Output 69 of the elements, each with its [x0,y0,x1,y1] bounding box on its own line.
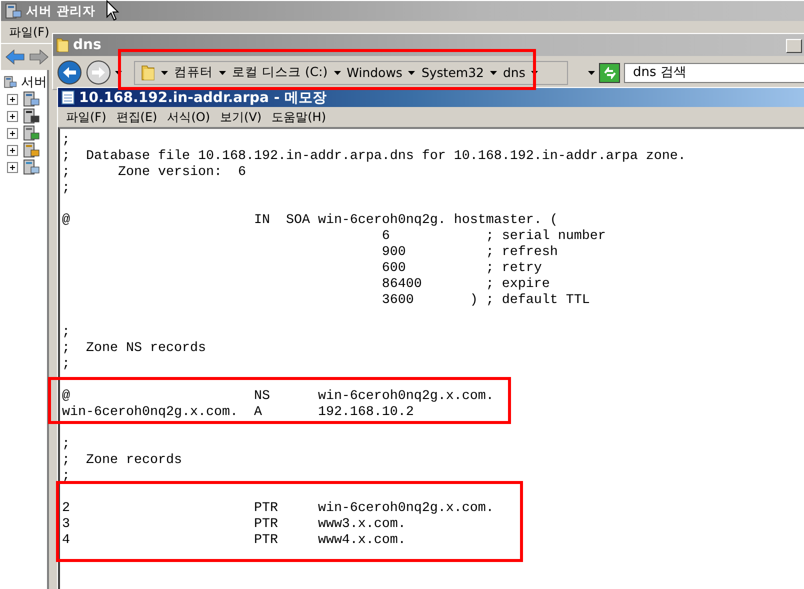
back-arrow-icon[interactable] [5,49,25,65]
text-line: ; [62,469,71,485]
server-icon [22,142,40,158]
text-line: 600 ; retry [380,261,543,277]
text-line: ; [62,133,71,149]
server-icon [22,125,40,141]
menu-item[interactable]: 편집(E) [112,108,162,126]
caret-icon[interactable] [490,70,497,74]
menu-item[interactable]: 파일(F) [5,24,54,40]
caret-icon[interactable] [588,70,595,74]
expand-toggle[interactable] [7,94,18,104]
caret-icon[interactable] [408,70,416,74]
breadcrumb-item[interactable]: System32 [421,65,484,80]
window-title: 서버 관리자 [26,2,96,20]
breadcrumb-item[interactable]: Windows [346,65,402,80]
caret-icon[interactable] [219,70,226,74]
caret-icon[interactable] [531,70,538,74]
menu-item[interactable]: 파일(F) [62,108,110,126]
menu-item[interactable]: 보기(V) [216,108,266,126]
text-line: ; [62,181,71,197]
caret-icon[interactable] [334,70,341,74]
tree-item[interactable]: 서버 [21,73,47,91]
text-line: ; Zone NS records [62,341,207,357]
text-line: ; Database file 10.168.192.in-addr.arpa.dns for 10.168.192.in-addr.arpa zone. [62,149,687,165]
window-title: 10.168.192.in-addr.arpa - 메모장 [79,88,327,106]
folder-icon [56,37,69,53]
breadcrumb-item[interactable]: dns [502,65,526,80]
text-line: 4 PTR www4.x.com. [62,533,407,549]
expand-toggle[interactable] [7,110,18,122]
address-bar[interactable]: 컴퓨터 로컬 디스크 (C:) Windows System32 dns [134,60,568,84]
expand-toggle[interactable] [7,128,18,138]
server-icon [22,108,40,124]
back-button[interactable] [57,60,82,85]
text-line: 900 ; refresh [380,245,559,261]
text-line: ; [62,357,71,373]
server-icon [4,3,22,19]
text-line: @ IN SOA win-6ceroh0nq2g. hostmaster. ( [62,213,559,229]
text-line: ; [62,437,71,453]
menu-item[interactable]: 도움말(H) [268,108,330,126]
text-editor[interactable] [58,127,804,589]
notepad-icon [61,90,75,105]
text-line: 86400 ; expire [380,277,551,293]
text-line: 3 PTR www3.x.com. [62,517,407,533]
folder-icon [141,64,155,81]
breadcrumb-item[interactable]: 로컬 디스크 (C:) [232,64,328,81]
refresh-icon [602,66,616,78]
caret-icon[interactable] [161,70,168,74]
text-line: ; Zone version: 6 [62,165,247,181]
search-field[interactable]: dns 검색 [624,62,804,82]
caret-icon[interactable] [115,70,122,74]
menu-item[interactable]: 서식(O) [163,108,214,126]
text-line: 2 PTR win-6ceroh0nq2g.x.com. [62,501,495,517]
text-line: win-6ceroh0nq2g.x.com. A 192.168.10.2 [62,405,415,421]
minimize-button[interactable] [786,39,802,53]
server-icon [22,91,40,107]
breadcrumb-item[interactable]: 컴퓨터 [174,64,213,81]
window-title: dns [73,37,102,53]
refresh-button[interactable] [599,62,620,82]
expand-toggle[interactable] [7,162,18,172]
text-line: 6 ; serial number [380,229,607,245]
text-line: 3600 ) ; default TTL [380,293,591,309]
expand-toggle[interactable] [7,144,18,156]
text-line: ; [62,325,71,341]
text-line: ; Zone records [62,453,183,469]
server-icon [3,74,17,90]
forward-arrow-icon[interactable] [29,49,49,65]
server-icon [22,159,40,175]
forward-button[interactable] [86,60,111,85]
text-line: @ NS win-6ceroh0nq2g.x.com. [62,389,495,405]
